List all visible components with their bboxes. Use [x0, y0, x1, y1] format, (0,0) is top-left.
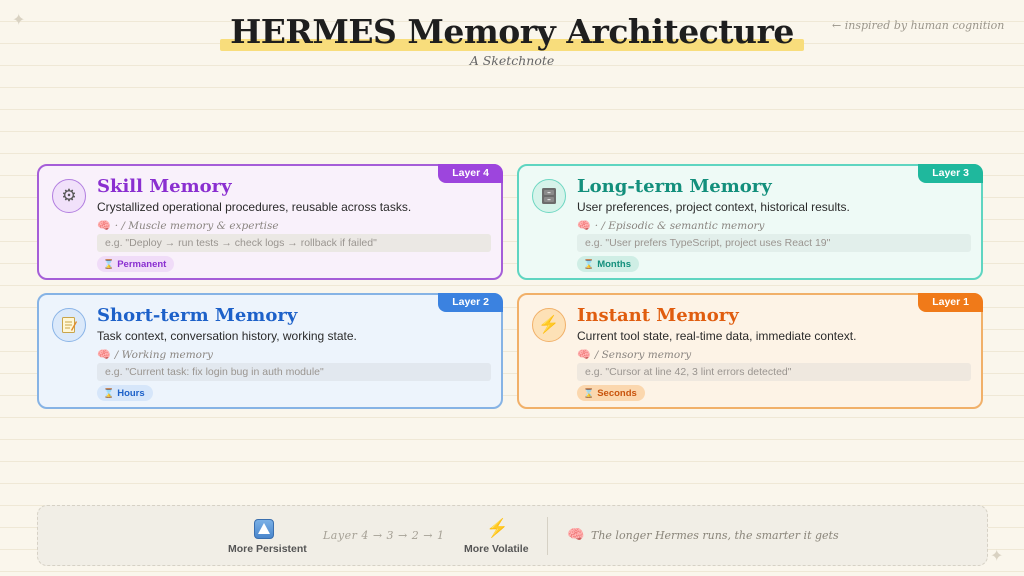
layer-tag: Layer 2 [438, 293, 503, 312]
card-title: Instant Memory [577, 305, 739, 326]
title-area: HERMES Memory Architecture [0, 12, 1024, 52]
memo-icon [52, 308, 86, 342]
card-analogy: 🧠 · / Muscle memory & expertise [97, 219, 279, 232]
card-description: Task context, conversation history, work… [97, 329, 357, 343]
card-description: Crystallized operational procedures, reu… [97, 200, 412, 214]
instant-memory-card: Layer 1 ⚡ Instant Memory Current tool st… [517, 293, 983, 409]
volatile-label: More Volatile [464, 543, 529, 555]
lightning-icon: ⚡ [486, 518, 509, 538]
brain-icon: 🧠 [97, 219, 111, 232]
retention-label: Permanent [117, 259, 167, 270]
lightning-icon: ⚡ [532, 308, 566, 342]
hourglass-icon: ⌛ [103, 388, 115, 398]
card-analogy-text: · / Episodic & semantic memory [594, 220, 765, 232]
brain-icon: 🧠 [97, 348, 111, 361]
card-example: e.g. "User prefers TypeScript, project u… [577, 234, 971, 252]
tagline: The longer Hermes runs, the smarter it g… [591, 529, 839, 542]
layer-tag: Layer 1 [918, 293, 983, 312]
card-title: Long-term Memory [577, 176, 772, 197]
long-term-memory-card: Layer 3 Long-term Memory User preference… [517, 164, 983, 280]
card-example: e.g. "Cursor at line 42, 3 lint errors d… [577, 363, 971, 381]
retention-badge: ⌛ Months [577, 256, 639, 272]
persistent-label: More Persistent [228, 543, 307, 555]
card-title: Skill Memory [97, 176, 232, 197]
brain-icon: 🧠 [577, 348, 591, 361]
card-analogy: 🧠 · / Episodic & semantic memory [577, 219, 764, 232]
page-title-text: HERMES Memory Architecture [230, 12, 794, 51]
legend-panel: More Persistent Layer 4 → 3 → 2 → 1 ⚡ Mo… [37, 505, 988, 566]
card-analogy: 🧠 / Sensory memory [577, 348, 691, 361]
retention-label: Months [597, 259, 631, 270]
retention-badge: ⌛ Permanent [97, 256, 175, 272]
hourglass-icon: ⌛ [583, 259, 595, 269]
card-example: e.g. "Current task: fix login bug in aut… [97, 363, 491, 381]
layer-tag: Layer 4 [438, 164, 503, 183]
gear-icon: ⚙ [52, 179, 86, 213]
card-description: User preferences, project context, histo… [577, 200, 850, 214]
up-arrow-icon [254, 519, 274, 539]
card-analogy-text: / Working memory [114, 349, 213, 361]
skill-memory-card: Layer 4 ⚙ Skill Memory Crystallized oper… [37, 164, 503, 280]
file-cabinet-icon [532, 179, 566, 213]
legend-divider [547, 517, 548, 555]
retention-label: Hours [117, 388, 145, 399]
inspiration-note: ← inspired by human cognition [832, 19, 1005, 32]
card-title: Short-term Memory [97, 305, 298, 326]
short-term-memory-card: Layer 2 Short-term Memory Task context, … [37, 293, 503, 409]
page-subtitle: A Sketchnote [469, 53, 555, 68]
layer-tag: Layer 3 [918, 164, 983, 183]
brain-icon: 🧠 [567, 526, 585, 542]
brain-icon: 🧠 [577, 219, 591, 232]
retention-badge: ⌛ Seconds [577, 385, 645, 401]
page-title: HERMES Memory Architecture [220, 12, 804, 52]
retention-badge: ⌛ Hours [97, 385, 153, 401]
retention-label: Seconds [597, 388, 637, 399]
card-analogy: 🧠 / Working memory [97, 348, 213, 361]
hourglass-icon: ⌛ [103, 259, 115, 269]
sparkle-icon: ✦ [990, 548, 1004, 565]
card-analogy-text: / Sensory memory [594, 349, 692, 361]
card-description: Current tool state, real-time data, imme… [577, 329, 857, 343]
card-example: e.g. "Deploy → run tests → check logs → … [97, 234, 491, 252]
layer-flow: Layer 4 → 3 → 2 → 1 [323, 529, 445, 542]
card-analogy-text: · / Muscle memory & expertise [114, 220, 279, 232]
hourglass-icon: ⌛ [583, 388, 595, 398]
